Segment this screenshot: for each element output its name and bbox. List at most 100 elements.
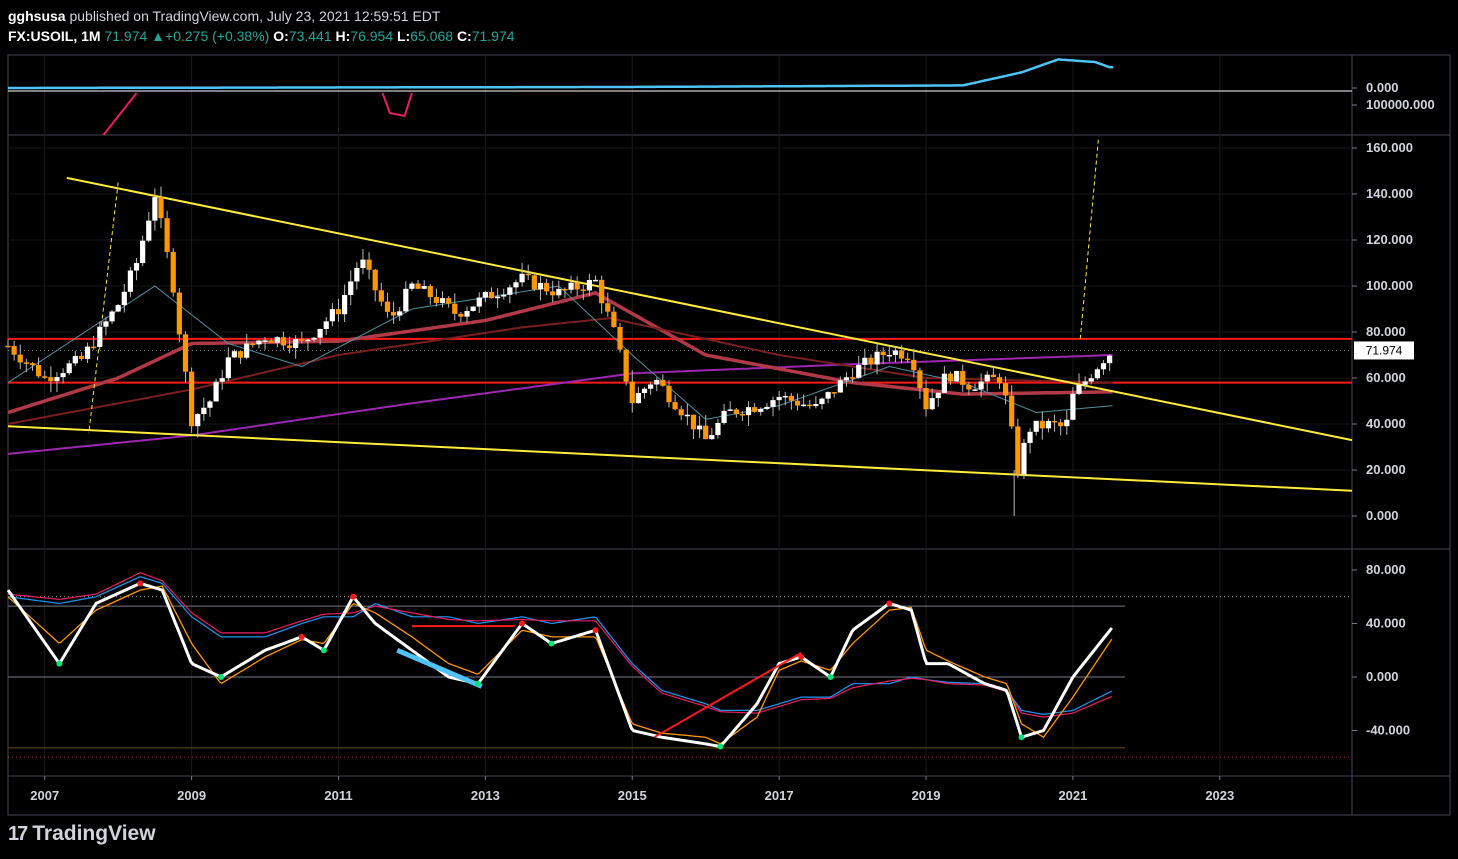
candle-bear[interactable] [849,377,856,379]
candle-bull[interactable] [745,407,752,416]
candle-bull[interactable] [1027,431,1033,443]
candle-bear[interactable] [574,282,580,290]
candle-bull[interactable] [984,374,990,382]
candle-bear[interactable] [703,425,709,440]
candle-bear[interactable] [543,282,550,292]
candle-bull[interactable] [635,393,641,404]
candle-bull[interactable] [1107,355,1113,364]
candle-bull[interactable] [201,407,207,415]
candle-bear[interactable] [372,269,378,291]
candle-bear[interactable] [868,357,874,365]
candle-bear[interactable] [176,292,182,335]
tradingview-logo[interactable]: 17 TradingView [8,822,156,846]
candle-bull[interactable] [464,311,470,317]
candle-bear[interactable] [23,362,29,364]
candle-bull[interactable] [935,392,941,399]
candle-bear[interactable] [366,259,372,270]
candle-bear[interactable] [458,313,464,317]
candle-bull[interactable] [770,400,776,407]
candle-bear[interactable] [427,286,433,298]
candle-bear[interactable] [629,381,635,404]
candle-bear[interactable] [17,354,23,363]
candle-bear[interactable] [48,377,54,382]
candle-bull[interactable] [60,373,66,378]
candle-bull[interactable] [1070,393,1076,420]
candle-bear[interactable] [1051,420,1058,423]
candle-bull[interactable] [311,337,317,340]
candle-bear[interactable] [268,340,274,343]
candle-bear[interactable] [905,358,911,361]
candle-bear[interactable] [752,407,758,412]
candle-bear[interactable] [531,275,537,290]
candle-bear[interactable] [611,311,617,327]
divergence-line[interactable] [396,647,483,689]
candle-bull[interactable] [72,355,78,364]
candle-bear[interactable] [286,345,293,348]
candle-bull[interactable] [972,389,978,391]
candle-bear[interactable] [189,371,195,427]
candle-bull[interactable] [648,384,654,389]
candle-bull[interactable] [801,404,807,407]
candle-bull[interactable] [293,339,299,348]
candle-bear[interactable] [605,303,611,312]
candle-bull[interactable] [519,273,525,283]
candle-bull[interactable] [856,364,862,378]
candle-bull[interactable] [133,263,140,271]
candle-bear[interactable] [911,359,917,371]
candle-bear[interactable] [672,402,678,410]
candle-bull[interactable] [421,286,427,289]
candle-bear[interactable] [788,395,794,401]
candle-bull[interactable] [115,305,121,312]
candle-bull[interactable] [721,410,727,423]
candle-bull[interactable] [66,363,72,374]
candle-bear[interactable] [280,337,287,346]
candle-bear[interactable] [164,218,170,252]
candle-bear[interactable] [898,350,905,359]
candle-bear[interactable] [678,409,684,416]
candle-bull[interactable] [103,321,109,327]
candle-bull[interactable] [274,337,280,343]
candle-bear[interactable] [158,197,164,219]
candle-bull[interactable] [1021,442,1027,475]
candle-bull[interactable] [929,398,935,410]
candle-bull[interactable] [109,311,115,322]
candle-bull[interactable] [403,288,409,312]
candle-bull[interactable] [323,321,329,329]
candle-bull[interactable] [843,377,850,381]
candle-bull[interactable] [97,326,103,348]
candle-bull[interactable] [1064,419,1070,427]
candle-bear[interactable] [384,301,391,312]
chart-canvas[interactable]: 0.000 100000.000 0.000 20.000 40.000 60.000 80… [0,0,1458,859]
candle-bull[interactable] [696,425,703,430]
candle-bull[interactable] [892,350,899,355]
candle-bull[interactable] [360,259,366,268]
candle-bull[interactable] [231,351,238,358]
candle-bear[interactable] [390,311,397,316]
candle-bear[interactable] [36,365,42,377]
candle-bear[interactable] [599,279,605,304]
candle-bear[interactable] [446,298,452,304]
candle-bull[interactable] [819,398,825,405]
candle-bull[interactable] [195,414,201,427]
candle-bull[interactable] [207,401,213,408]
candle-bull[interactable] [397,311,403,316]
candle-bear[interactable] [990,374,996,378]
candle-bull[interactable] [507,287,513,295]
candle-bull[interactable] [244,343,250,358]
candle-bull[interactable] [470,306,476,312]
candle-bull[interactable] [140,240,146,264]
candle-bear[interactable] [831,392,837,394]
candle-bull[interactable] [568,282,574,290]
trendline[interactable] [7,425,1353,492]
candle-bull[interactable] [152,197,158,221]
candle-bull[interactable] [837,380,843,393]
candle-bear[interactable] [1015,426,1021,475]
oscillator-panel[interactable] [6,572,1352,758]
candle-bear[interactable] [237,351,244,358]
candle-bull[interactable] [709,435,715,440]
candle-bear[interactable] [733,409,739,415]
candle-bull[interactable] [813,404,819,407]
candle-bull[interactable] [146,220,152,241]
candle-bull[interactable] [978,381,984,390]
price-panel[interactable] [5,136,1353,517]
